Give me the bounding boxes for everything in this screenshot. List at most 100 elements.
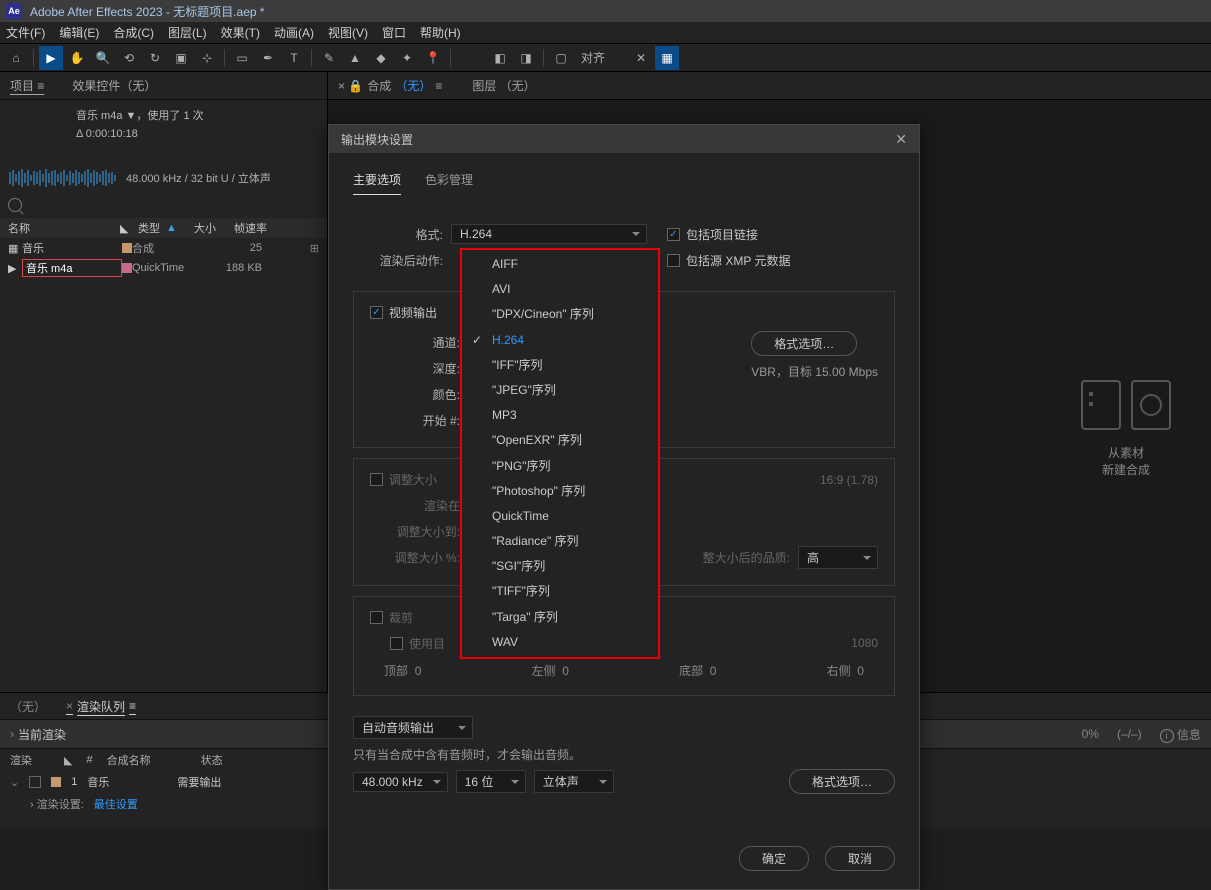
include-project-link-checkbox[interactable] [667,228,680,241]
project-item[interactable]: ▶ 音乐 m4a QuickTime 188 KB [0,258,327,278]
audio-mode-select[interactable]: 自动音频输出 [353,716,473,739]
render-checkbox[interactable] [29,776,41,788]
tab-effect-controls[interactable]: 效果控件（无） [72,77,156,94]
format-select[interactable]: H.264 [451,224,647,244]
eraser-tool-icon[interactable]: ◆ [369,46,393,70]
video-output-checkbox[interactable] [370,306,383,319]
format-option[interactable]: "JPEG"序列 [462,378,658,403]
use-roi-checkbox[interactable] [390,637,403,650]
post-render-label: 渲染后动作: [353,252,443,269]
current-render-label: 当前渲染 [18,726,66,743]
menu-effect[interactable]: 效果(T) [221,24,260,41]
puppet-tool-icon[interactable]: 📍 [421,46,445,70]
app-logo: Ae [6,3,22,19]
format-option[interactable]: QuickTime [462,504,658,529]
3d-icon[interactable]: ◧ [488,46,512,70]
format-option[interactable]: "SGI"序列 [462,554,658,579]
selection-tool-icon[interactable]: ▶ [39,46,63,70]
audio-bit-select[interactable]: 16 位 [456,770,526,793]
tab-render-queue[interactable]: × 渲染队列 ≡ [66,698,136,715]
menu-help[interactable]: 帮助(H) [420,24,461,41]
audio-note: 只有当合成中含有音频时，才会输出音频。 [353,746,581,763]
resize-checkbox[interactable] [370,473,383,486]
menu-edit[interactable]: 编辑(E) [59,24,99,41]
tab-layer[interactable]: 图层 （无） [472,77,535,94]
render-settings-link[interactable]: 最佳设置 [94,796,138,812]
audio-hz-select[interactable]: 48.000 kHz [353,772,448,792]
asset-duration: Δ 0:00:10:18 [76,126,315,144]
asset-thumbnail [12,108,68,156]
format-option[interactable]: MP3 [462,403,658,428]
close-icon[interactable]: ✕ [895,131,907,148]
col-type[interactable]: 类型 [138,220,160,236]
clone-tool-icon[interactable]: ▲ [343,46,367,70]
audio-channel-select[interactable]: 立体声 [534,770,614,793]
audio-format-options-button[interactable]: 格式选项… [789,769,895,794]
render-elapsed: (–/–) [1117,727,1142,741]
asset-name: 音乐 m4a ▼ [76,110,136,122]
menu-composition[interactable]: 合成(C) [113,24,154,41]
zoom-tool-icon[interactable]: 🔍 [91,46,115,70]
format-dropdown-list: AIFFAVI"DPX/Cineon" 序列H.264"IFF"序列"JPEG"… [460,248,660,659]
format-label: 格式: [353,226,443,243]
text-tool-icon[interactable]: T [282,46,306,70]
brush-tool-icon[interactable]: ✎ [317,46,341,70]
tool-x-icon[interactable]: ✕ [629,46,653,70]
col-name[interactable]: 名称 [8,220,30,236]
menu-animation[interactable]: 动画(A) [274,24,314,41]
menu-view[interactable]: 视图(V) [328,24,368,41]
dialog-title: 输出模块设置 [341,131,413,148]
pen-tool-icon[interactable]: ✒ [256,46,280,70]
format-option[interactable]: "OpenEXR" 序列 [462,428,658,453]
tab-timeline-none[interactable]: （无） [10,698,46,715]
menu-layer[interactable]: 图层(L) [168,24,207,41]
format-option[interactable]: "TIFF"序列 [462,579,658,604]
crop-checkbox[interactable] [370,611,383,624]
col-size[interactable]: 大小 [194,220,216,236]
format-option[interactable]: "Targa" 序列 [462,605,658,630]
format-option[interactable]: H.264 [462,328,658,353]
format-option[interactable]: "Photoshop" 序列 [462,479,658,504]
menu-window[interactable]: 窗口 [382,24,406,41]
snap-icon[interactable]: ▢ [549,46,573,70]
render-percent: 0% [1082,727,1099,741]
anchor-tool-icon[interactable]: ⊹ [195,46,219,70]
ok-button[interactable]: 确定 [739,846,809,871]
3d-alt-icon[interactable]: ◨ [514,46,538,70]
placeholder-text: 从素材 [1081,444,1171,461]
app-title: Adobe After Effects 2023 - 无标题项目.aep * [30,3,265,20]
hand-tool-icon[interactable]: ✋ [65,46,89,70]
tab-main-options[interactable]: 主要选项 [353,171,401,195]
include-xmp-checkbox[interactable] [667,254,680,267]
placeholder-text: 新建合成 [1081,461,1171,478]
waveform-icon [8,168,118,188]
orbit-tool-icon[interactable]: ⟲ [117,46,141,70]
project-item[interactable]: ▦ 音乐 合成 25 ⊞ [0,238,327,258]
resize-quality-select[interactable]: 高 [798,546,878,569]
snap-label: 对齐 [581,49,605,66]
home-icon[interactable]: ⌂ [4,46,28,70]
camera-tool-icon[interactable]: ▣ [169,46,193,70]
tab-composition[interactable]: × 🔒 合成 （无） ≡ [338,77,442,94]
format-option[interactable]: "IFF"序列 [462,353,658,378]
format-option[interactable]: "Radiance" 序列 [462,529,658,554]
format-options-button[interactable]: 格式选项… [751,331,857,356]
tab-project[interactable]: 项目 ≡ [10,77,44,94]
format-option[interactable]: "PNG"序列 [462,454,658,479]
rotate-tool-icon[interactable]: ↻ [143,46,167,70]
info-icon[interactable]: i [1160,729,1174,743]
format-option[interactable]: WAV [462,630,658,655]
new-comp-placeholder-icon [1081,380,1171,430]
roto-tool-icon[interactable]: ✦ [395,46,419,70]
format-option[interactable]: AVI [462,277,658,302]
tool-fill-icon[interactable]: ▦ [655,46,679,70]
search-icon[interactable] [8,198,22,212]
format-option[interactable]: "DPX/Cineon" 序列 [462,302,658,327]
rect-tool-icon[interactable]: ▭ [230,46,254,70]
menu-file[interactable]: 文件(F) [6,24,45,41]
format-option[interactable]: AIFF [462,252,658,277]
col-fps[interactable]: 帧速率 [234,220,267,236]
cancel-button[interactable]: 取消 [825,846,895,871]
titlebar: Ae Adobe After Effects 2023 - 无标题项目.aep … [0,0,1211,22]
tab-color-management[interactable]: 色彩管理 [425,171,473,195]
